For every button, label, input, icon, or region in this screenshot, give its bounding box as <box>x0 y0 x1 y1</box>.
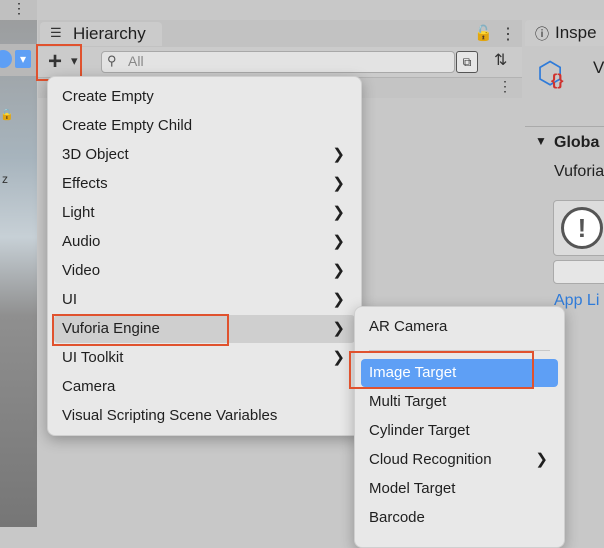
menu-item-cylinder-target[interactable]: Cylinder Target <box>361 417 558 445</box>
info-icon: ⓘ <box>535 26 549 42</box>
sort-icon[interactable]: ⇅ <box>494 50 507 70</box>
chevron-right-icon: ❯ <box>332 233 345 250</box>
warning-icon: ! <box>561 207 603 249</box>
menu-item-model-target[interactable]: Model Target <box>361 475 558 503</box>
hierarchy-menu-icon[interactable]: ⋮ <box>500 24 516 44</box>
menu-item-label: Camera <box>62 378 116 395</box>
scene-view-header: ⋮ <box>0 0 37 20</box>
lock-icon: 🔒 <box>0 109 14 121</box>
menu-item-label: Effects <box>62 175 108 192</box>
menu-item-create-empty[interactable]: Create Empty <box>54 83 355 111</box>
chevron-right-icon: ❯ <box>332 320 345 337</box>
list-icon: ☰ <box>50 25 62 40</box>
scene-toolbar: ▾ <box>0 44 37 76</box>
menu-item-label: Light <box>62 204 95 221</box>
annotation-box-vuforia <box>52 314 229 346</box>
menu-item-create-empty-child[interactable]: Create Empty Child <box>54 112 355 140</box>
menu-item-label: Model Target <box>369 480 456 497</box>
foldout-arrow-icon[interactable]: ▼ <box>535 134 547 148</box>
chevron-right-icon: ❯ <box>332 175 345 192</box>
menu-item-label: Create Empty <box>62 88 154 105</box>
section-header: Globa <box>554 134 600 151</box>
tab-inspector[interactable]: ⓘ Inspe <box>525 20 604 46</box>
annotation-box-image-target <box>349 351 534 389</box>
vuforia-submenu: AR Camera Image Target Multi Target Cyli… <box>354 306 565 548</box>
menu-item-label: UI <box>62 291 77 308</box>
chevron-right-icon: ❯ <box>332 291 345 308</box>
inspector-button[interactable] <box>553 260 604 284</box>
menu-item-label: Audio <box>62 233 101 250</box>
scene-menu-icon[interactable]: ⋮ <box>498 78 512 95</box>
create-menu: Create Empty Create Empty Child 3D Objec… <box>47 76 362 436</box>
menu-item-ui[interactable]: UI ❯ <box>54 286 355 314</box>
menu-item-label: Visual Scripting Scene Variables <box>62 407 278 424</box>
chevron-right-icon: ❯ <box>332 349 345 366</box>
menu-item-multi-target[interactable]: Multi Target <box>361 388 558 416</box>
warning-box: ! <box>553 200 604 256</box>
menu-item-ar-camera[interactable]: AR Camera <box>361 313 558 341</box>
menu-item-label: 3D Object <box>62 146 129 163</box>
divider <box>525 126 604 127</box>
script-braces-icon: {} <box>551 72 564 89</box>
menu-item-visual-scripting[interactable]: Visual Scripting Scene Variables <box>54 402 355 430</box>
menu-item-label: Multi Target <box>369 393 447 410</box>
menu-item-label: Video <box>62 262 101 279</box>
scene-visibility-icon[interactable]: ⧉ <box>456 51 478 73</box>
gizmo-dropdown-icon[interactable]: ▾ <box>15 50 31 68</box>
chevron-right-icon: ❯ <box>535 451 548 468</box>
chevron-right-icon: ❯ <box>332 262 345 279</box>
vuforia-label: Vuforia <box>554 163 604 180</box>
more-options-icon[interactable]: ⋮ <box>12 0 26 17</box>
search-placeholder: All <box>128 53 144 69</box>
tab-inspector-label: Inspe <box>555 23 597 42</box>
padlock-icon[interactable]: 🔓 <box>474 24 493 42</box>
menu-item-label: Barcode <box>369 509 425 526</box>
menu-item-label: Cloud Recognition <box>369 451 492 468</box>
chevron-right-icon: ❯ <box>332 204 345 221</box>
hierarchy-toolbar: + ▾ ⚲ All ⧉ ⇅ <box>38 47 522 78</box>
menu-item-audio[interactable]: Audio ❯ <box>54 228 355 256</box>
gizmo-toggle-icon[interactable] <box>0 50 12 68</box>
menu-item-camera[interactable]: Camera <box>54 373 355 401</box>
menu-item-cloud-recognition[interactable]: Cloud Recognition ❯ <box>361 446 558 474</box>
search-input[interactable]: ⚲ All <box>101 51 455 73</box>
chevron-right-icon: ❯ <box>332 146 345 163</box>
menu-item-light[interactable]: Light ❯ <box>54 199 355 227</box>
scene-view[interactable] <box>0 0 37 527</box>
menu-item-video[interactable]: Video ❯ <box>54 257 355 285</box>
menu-item-label: AR Camera <box>369 318 448 335</box>
tab-hierarchy[interactable]: ☰ Hierarchy <box>40 22 162 46</box>
menu-item-effects[interactable]: Effects ❯ <box>54 170 355 198</box>
menu-item-barcode[interactable]: Barcode <box>361 504 558 532</box>
inspector-title: V <box>593 58 604 77</box>
menu-item-ui-toolkit[interactable]: UI Toolkit ❯ <box>54 344 355 372</box>
menu-item-3d-object[interactable]: 3D Object ❯ <box>54 141 355 169</box>
menu-item-label: UI Toolkit <box>62 349 124 366</box>
search-icon: ⚲ <box>107 53 117 68</box>
menu-item-label: Cylinder Target <box>369 422 470 439</box>
tab-hierarchy-label: Hierarchy <box>73 24 146 43</box>
scene-axis-label: z <box>2 172 8 186</box>
menu-item-label: Create Empty Child <box>62 117 193 134</box>
